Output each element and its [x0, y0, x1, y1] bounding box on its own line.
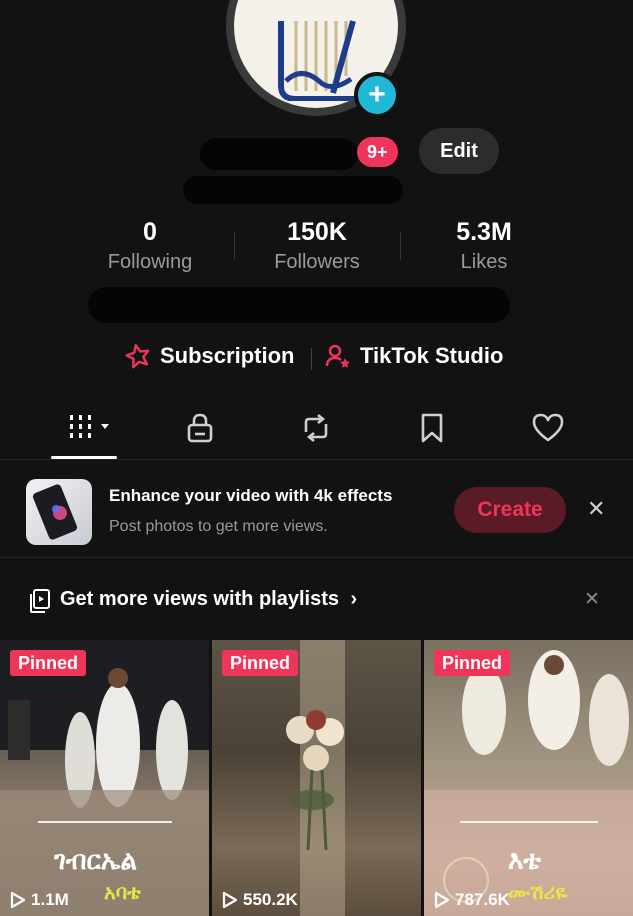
pinned-badge: Pinned	[10, 650, 87, 676]
grid-icon	[70, 415, 109, 438]
play-icon	[434, 891, 450, 909]
likes-count: 5.3M	[456, 218, 512, 246]
likes-label: Likes	[460, 251, 508, 273]
tab-videos[interactable]	[58, 408, 118, 448]
video-grid: Pinned ገብርኤል አባቴ 1.1M Pinned 550.2K Pinn…	[0, 640, 633, 916]
heart-icon	[532, 413, 564, 442]
caption-divider	[460, 821, 598, 823]
view-count-text: 1.1M	[31, 890, 69, 909]
edit-profile-button[interactable]: Edit	[419, 128, 499, 174]
playlist-icon	[30, 589, 50, 613]
followers-count: 150K	[287, 218, 347, 246]
video-caption-main: እቴ	[508, 846, 541, 876]
create-button[interactable]: Create	[454, 487, 566, 533]
redacted-handle	[183, 176, 403, 204]
redacted-username	[200, 138, 358, 170]
following-count: 0	[143, 218, 157, 246]
stat-likes[interactable]: 5.3M Likes	[404, 218, 564, 274]
subscription-star-icon	[125, 344, 150, 369]
stat-followers[interactable]: 150K Followers	[237, 218, 397, 274]
promo-subtitle: Post photos to get more views.	[109, 518, 328, 535]
active-tab-indicator	[51, 456, 117, 459]
stat-divider	[234, 232, 235, 260]
profile-stats: 0 Following 150K Followers 5.3M Likes	[0, 218, 633, 278]
play-icon	[222, 891, 238, 909]
tab-reposts[interactable]	[286, 408, 346, 448]
enhance-promo-banner: Enhance your video with 4k effects Post …	[0, 462, 633, 558]
following-label: Following	[107, 251, 193, 273]
playlist-label: Get more views with playlists ›	[60, 588, 357, 611]
playlist-prompt[interactable]: Get more views with playlists › ✕	[0, 580, 633, 620]
subscription-label: Subscription	[160, 343, 295, 368]
video-thumbnail[interactable]: Pinned እቴ ሙሽሪዬ 787.6K	[424, 640, 633, 916]
redacted-bio	[88, 287, 510, 323]
profile-avatar[interactable]: +	[226, 0, 406, 118]
studio-label: TikTok Studio	[360, 343, 504, 368]
promo-phone-thumbnail	[26, 479, 92, 545]
tab-favorites[interactable]	[402, 408, 462, 448]
tiktok-studio-link[interactable]: TikTok Studio	[324, 342, 503, 370]
playlist-label-text: Get more views with playlists	[60, 588, 339, 610]
tab-private[interactable]	[170, 408, 230, 448]
view-count: 550.2K	[222, 890, 298, 910]
video-scene-image	[286, 640, 345, 916]
profile-tabs	[0, 400, 633, 460]
view-count-text: 787.6K	[455, 890, 510, 909]
subscription-link[interactable]: Subscription	[124, 342, 294, 370]
link-divider	[311, 348, 312, 370]
video-caption-sub: አባቴ	[104, 880, 141, 904]
pinned-badge: Pinned	[222, 650, 299, 676]
video-thumbnail[interactable]: Pinned 550.2K	[212, 640, 421, 916]
video-caption-sub: ሙሽሪዬ	[508, 880, 568, 904]
view-count: 787.6K	[434, 890, 510, 910]
add-story-plus-icon[interactable]: +	[354, 72, 400, 118]
followers-label: Followers	[274, 251, 360, 273]
close-playlist-icon[interactable]: ✕	[584, 588, 600, 611]
chevron-right-icon: ›	[350, 588, 358, 610]
promo-title: Enhance your video with 4k effects	[109, 486, 393, 505]
profile-links: Subscription TikTok Studio	[0, 342, 633, 376]
tab-liked[interactable]	[518, 408, 578, 448]
video-thumbnail[interactable]: Pinned ገብርኤል አባቴ 1.1M	[0, 640, 209, 916]
notification-badge: 9+	[357, 137, 398, 167]
lock-icon	[187, 413, 213, 443]
bookmark-icon	[421, 413, 443, 443]
stat-following[interactable]: 0 Following	[70, 218, 230, 274]
studio-person-icon	[325, 344, 350, 368]
view-count-text: 550.2K	[243, 890, 298, 909]
caption-divider	[38, 821, 172, 823]
view-count: 1.1M	[10, 890, 69, 910]
play-icon	[10, 891, 26, 909]
stat-divider	[400, 232, 401, 260]
pinned-badge: Pinned	[434, 650, 511, 676]
video-caption-main: ገብርኤል	[54, 846, 137, 876]
repost-icon	[304, 413, 328, 443]
close-promo-icon[interactable]: ✕	[587, 496, 605, 522]
